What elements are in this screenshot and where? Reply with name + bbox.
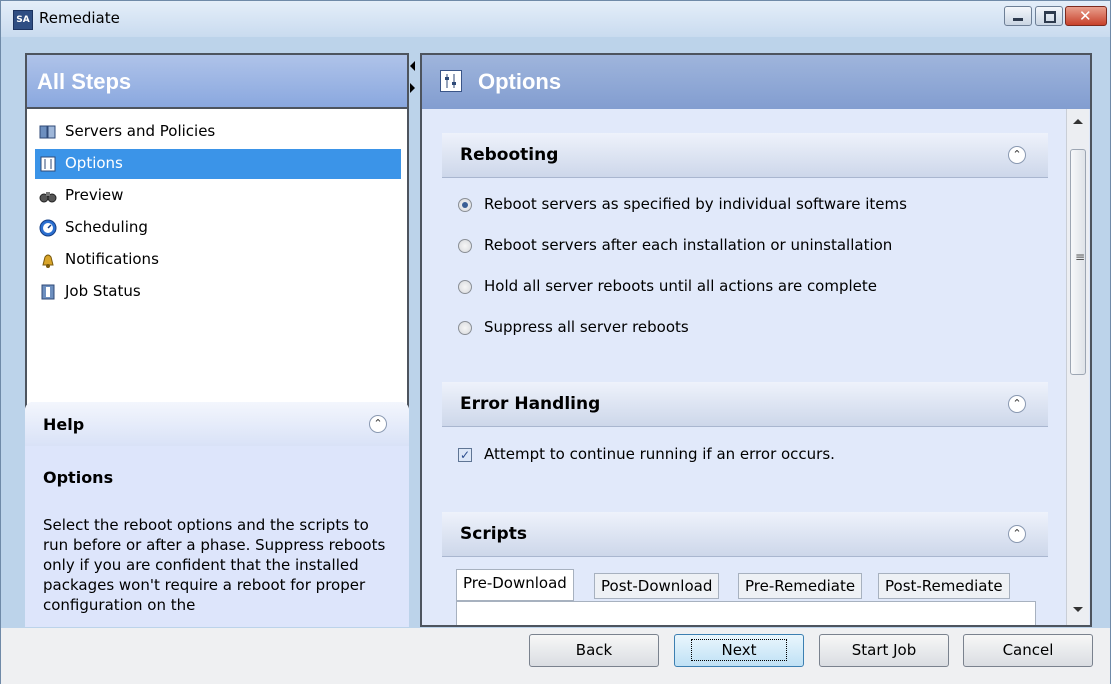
- step-servers-and-policies[interactable]: Servers and Policies: [35, 117, 401, 147]
- help-header: Help ⌃: [25, 402, 409, 446]
- close-button[interactable]: ✕: [1065, 6, 1107, 26]
- scroll-up-arrow-icon[interactable]: [1073, 119, 1083, 124]
- tab-post-download[interactable]: Post-Download: [594, 573, 720, 599]
- window-title: Remediate: [39, 9, 120, 27]
- step-label: Preview: [65, 186, 124, 204]
- job-status-icon: [41, 284, 55, 300]
- options-scroll-area: Rebooting ⌃ Reboot servers as specified …: [422, 109, 1066, 625]
- checkbox-label: Attempt to continue running if an error …: [484, 445, 835, 463]
- left-panel: All Steps Servers and Policies Options P…: [25, 53, 409, 627]
- radio-button[interactable]: [458, 280, 472, 294]
- bell-icon: [42, 254, 54, 268]
- close-icon: ✕: [1079, 7, 1092, 25]
- next-button[interactable]: Next: [674, 634, 804, 667]
- radio-label: Reboot servers as specified by individua…: [484, 195, 907, 213]
- help-title: Help: [43, 415, 85, 434]
- radio-label: Hold all server reboots until all action…: [484, 277, 878, 295]
- maximize-button[interactable]: [1035, 6, 1063, 26]
- step-label: Scheduling: [65, 218, 148, 236]
- step-options[interactable]: Options: [35, 149, 401, 179]
- collapse-scripts-button[interactable]: ⌃: [1008, 525, 1026, 543]
- scripts-section-header: Scripts ⌃: [442, 512, 1048, 557]
- step-label: Options: [65, 154, 123, 172]
- options-title: Options: [478, 69, 562, 94]
- minimize-icon: [1013, 18, 1023, 21]
- button-bar: Back Next Start Job Cancel: [1, 628, 1110, 684]
- rebooting-title: Rebooting: [460, 145, 559, 165]
- step-label: Job Status: [65, 282, 141, 300]
- tab-pre-download[interactable]: Pre-Download: [456, 569, 574, 601]
- collapse-help-button[interactable]: ⌃: [369, 415, 387, 433]
- radio-label: Reboot servers after each installation o…: [484, 236, 893, 254]
- start-job-button[interactable]: Start Job: [819, 634, 949, 667]
- sa-app-icon: SA: [13, 10, 33, 30]
- preview-icon: [39, 192, 57, 203]
- cancel-button[interactable]: Cancel: [963, 634, 1093, 667]
- scripts-tab-content: [456, 601, 1036, 625]
- radio-button[interactable]: [458, 239, 472, 253]
- radio-button[interactable]: [458, 198, 472, 212]
- help-text: Select the reboot options and the script…: [43, 516, 386, 614]
- collapse-error-handling-button[interactable]: ⌃: [1008, 395, 1026, 413]
- step-notifications[interactable]: Notifications: [35, 245, 401, 275]
- minimize-button[interactable]: [1004, 6, 1032, 26]
- options-panel: Options Rebooting ⌃ Reboot servers as sp…: [420, 53, 1092, 627]
- collapse-rebooting-button[interactable]: ⌃: [1008, 146, 1026, 164]
- clock-icon: [39, 219, 57, 237]
- help-panel: Help ⌃ Options Select the reboot options…: [25, 402, 409, 627]
- panel-splitter[interactable]: [410, 61, 416, 97]
- remediate-window: SA Remediate ✕ All Steps Servers and Pol…: [0, 0, 1111, 684]
- all-steps-header: All Steps: [25, 53, 409, 109]
- options-header: Options: [422, 55, 1090, 109]
- maximize-icon: [1044, 11, 1056, 23]
- step-label: Servers and Policies: [65, 122, 216, 140]
- step-job-status[interactable]: Job Status: [35, 277, 401, 307]
- options-icon: [440, 70, 462, 92]
- tab-pre-remediate[interactable]: Pre-Remediate: [738, 573, 863, 599]
- scrollbar-thumb[interactable]: ≡: [1070, 149, 1086, 375]
- scripts-title: Scripts: [460, 524, 527, 544]
- options-icon: [40, 156, 56, 172]
- help-heading: Options: [43, 468, 114, 487]
- rebooting-section-header: Rebooting ⌃: [442, 133, 1048, 178]
- tab-post-remediate[interactable]: Post-Remediate: [878, 573, 1010, 599]
- collapse-left-arrow-icon: [410, 61, 415, 71]
- scroll-down-arrow-icon[interactable]: [1073, 607, 1083, 612]
- servers-icon: [39, 125, 56, 139]
- continue-on-error-checkbox[interactable]: ✓: [458, 448, 472, 462]
- grip-icon: ≡: [1075, 250, 1086, 264]
- all-steps-title: All Steps: [37, 69, 132, 94]
- back-button[interactable]: Back: [529, 634, 659, 667]
- title-bar: SA Remediate ✕: [1, 1, 1110, 37]
- vertical-scrollbar[interactable]: ≡: [1066, 109, 1089, 625]
- step-scheduling[interactable]: Scheduling: [35, 213, 401, 243]
- expand-right-arrow-icon: [410, 83, 415, 93]
- step-label: Notifications: [65, 250, 159, 268]
- error-handling-title: Error Handling: [460, 394, 601, 414]
- radio-button[interactable]: [458, 321, 472, 335]
- steps-list: Servers and Policies Options Preview Sch…: [25, 109, 409, 427]
- error-handling-section-header: Error Handling ⌃: [442, 382, 1048, 427]
- radio-label: Suppress all server reboots: [484, 318, 689, 336]
- next-label: Next: [690, 639, 788, 661]
- step-preview[interactable]: Preview: [35, 181, 401, 211]
